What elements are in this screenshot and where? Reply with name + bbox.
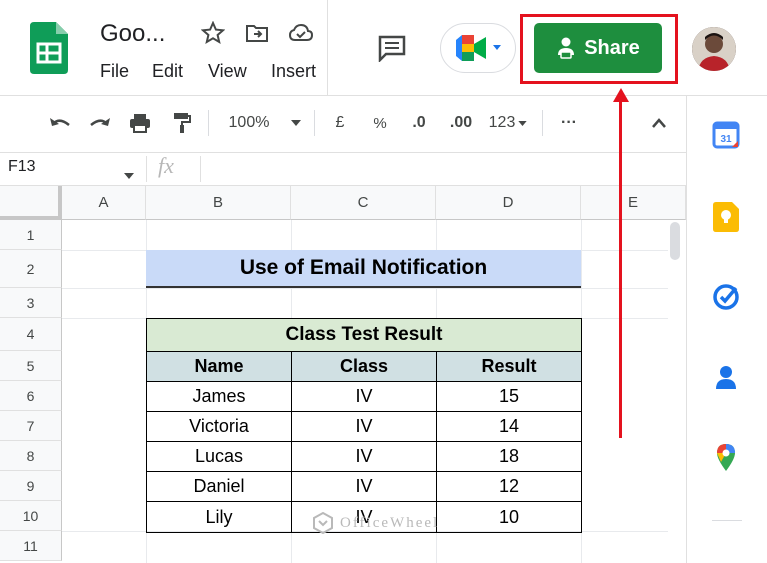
annotation-arrow-head (613, 88, 629, 102)
row-header-7[interactable]: 7 (0, 411, 62, 441)
table-cell[interactable]: Lily (147, 502, 292, 532)
star-icon[interactable] (200, 20, 226, 46)
table-cell[interactable]: Daniel (147, 472, 292, 501)
table-cell[interactable]: 15 (437, 382, 581, 411)
format-percent-button[interactable]: % (368, 108, 392, 138)
row-header-3[interactable]: 3 (0, 288, 62, 318)
maps-icon[interactable] (711, 442, 741, 472)
chevron-down-icon (518, 120, 528, 126)
sheet-heading[interactable]: Use of Email Notification (146, 250, 581, 288)
row-header-10[interactable]: 10 (0, 501, 62, 531)
avatar[interactable] (692, 27, 736, 71)
table-header-name[interactable]: Name (147, 352, 292, 381)
menu-file[interactable]: File (100, 61, 129, 82)
sheets-logo-icon[interactable] (30, 22, 68, 74)
google-meet-button[interactable] (440, 23, 516, 73)
table-cell[interactable]: Victoria (147, 412, 292, 441)
table-row: Daniel IV 12 (147, 472, 581, 502)
table-cell[interactable]: IV (292, 442, 437, 471)
table-row: Lucas IV 18 (147, 442, 581, 472)
decrease-decimal-button[interactable]: .0 (404, 108, 434, 138)
column-header-c[interactable]: C (291, 186, 436, 220)
table-cell[interactable]: 18 (437, 442, 581, 471)
watermark-text: OfficeWheel (340, 514, 440, 531)
column-header-d[interactable]: D (436, 186, 581, 220)
side-panel-divider (712, 520, 742, 521)
paint-format-icon[interactable] (168, 108, 196, 138)
undo-icon[interactable] (46, 108, 74, 138)
header-divider (327, 0, 328, 96)
tasks-icon[interactable] (711, 282, 741, 312)
menu-view[interactable]: View (208, 61, 247, 82)
fx-icon: fx (158, 153, 174, 178)
calendar-icon[interactable]: 31 (711, 120, 741, 150)
table-cell[interactable]: 10 (437, 502, 581, 532)
keep-icon[interactable] (711, 202, 741, 232)
comments-button[interactable] (370, 28, 414, 68)
side-panel (686, 96, 767, 563)
row-header-9[interactable]: 9 (0, 471, 62, 501)
zoom-select[interactable]: 100% (220, 108, 310, 138)
svg-text:31: 31 (720, 134, 732, 145)
formula-input[interactable] (206, 153, 676, 185)
share-highlight-box (520, 14, 678, 84)
class-test-table: Class Test Result Name Class Result Jame… (146, 318, 582, 533)
contacts-icon[interactable] (711, 362, 741, 392)
table-header-class[interactable]: Class (292, 352, 437, 381)
toolbar-divider (208, 110, 209, 136)
table-cell[interactable]: Lucas (147, 442, 292, 471)
row-header-4[interactable]: 4 (0, 318, 62, 351)
menu-edit[interactable]: Edit (152, 61, 183, 82)
table-caption[interactable]: Class Test Result (147, 319, 581, 352)
row-header-5[interactable]: 5 (0, 351, 62, 381)
vertical-scrollbar[interactable] (670, 222, 680, 260)
cloud-status-icon[interactable] (288, 20, 314, 46)
annotation-arrow (619, 96, 622, 438)
table-header-result[interactable]: Result (437, 352, 581, 381)
select-all-corner[interactable] (0, 186, 62, 220)
print-icon[interactable] (126, 108, 154, 138)
row-header-2[interactable]: 2 (0, 250, 62, 288)
zoom-value: 100% (228, 114, 270, 131)
collapse-toolbar-icon[interactable] (646, 108, 672, 138)
column-header-a[interactable]: A (62, 186, 146, 220)
more-options-button[interactable]: ··· (556, 108, 582, 138)
google-meet-icon (456, 35, 486, 61)
row-header-6[interactable]: 6 (0, 381, 62, 411)
row-header-11[interactable]: 11 (0, 531, 62, 561)
formula-divider (200, 156, 201, 182)
menu-insert[interactable]: Insert (271, 61, 316, 82)
comments-icon (378, 35, 406, 62)
document-title[interactable]: Goo... (100, 20, 165, 48)
table-header-row: Name Class Result (147, 352, 581, 382)
format-currency-button[interactable]: £ (328, 108, 352, 138)
redo-icon[interactable] (86, 108, 114, 138)
name-box[interactable]: F13 (8, 158, 36, 176)
table-row: Victoria IV 14 (147, 412, 581, 442)
table-row: James IV 15 (147, 382, 581, 412)
chevron-down-icon (493, 45, 501, 50)
column-header-e[interactable]: E (581, 186, 686, 220)
number-format-label: 123 (488, 114, 516, 131)
row-header-8[interactable]: 8 (0, 441, 62, 471)
gridline (62, 288, 668, 289)
table-cell[interactable]: James (147, 382, 292, 411)
toolbar-divider (314, 110, 315, 136)
move-to-folder-icon[interactable] (244, 20, 270, 46)
table-cell[interactable]: IV (292, 412, 437, 441)
table-cell[interactable]: 14 (437, 412, 581, 441)
table-cell[interactable]: 12 (437, 472, 581, 501)
column-header-b[interactable]: B (146, 186, 291, 220)
table-cell[interactable]: IV (292, 382, 437, 411)
chevron-down-icon (291, 120, 302, 126)
chevron-down-icon[interactable] (124, 166, 134, 184)
number-format-select[interactable]: 123 (484, 108, 532, 138)
toolbar-divider (542, 110, 543, 136)
row-header-1[interactable]: 1 (0, 220, 62, 250)
watermark-logo-icon (313, 512, 333, 534)
formula-divider (146, 156, 147, 182)
watermark: OfficeWheel (312, 512, 439, 534)
increase-decimal-button[interactable]: .00 (444, 108, 478, 138)
table-cell[interactable]: IV (292, 472, 437, 501)
